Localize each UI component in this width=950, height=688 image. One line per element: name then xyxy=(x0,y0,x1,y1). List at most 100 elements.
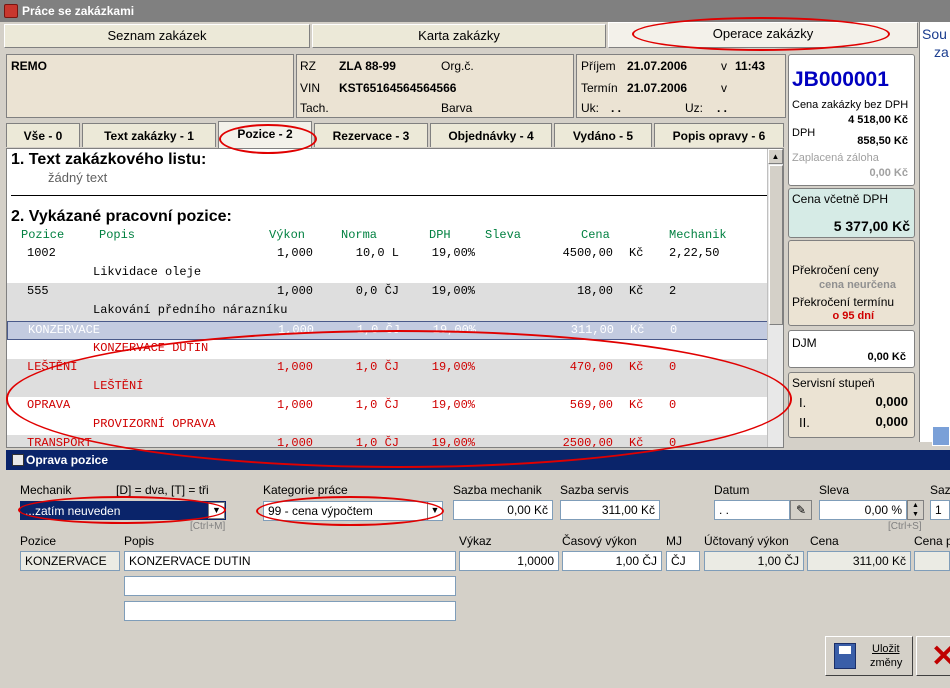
annotation-oval-mechanik xyxy=(18,496,226,524)
popis-value: KONZERVACE DUTIN xyxy=(129,554,251,568)
casovy-label: Časový výkon xyxy=(562,534,637,548)
uz-label: Uz: xyxy=(685,101,703,115)
mj-label: MJ xyxy=(666,534,682,548)
table-row[interactable]: 555 1,000 0,0 ČJ 19,00% 18,00 Kč 2 xyxy=(7,283,769,302)
tab-karta-zakazky[interactable]: Karta zakázky xyxy=(312,24,606,48)
vykaz-value: 1,0000 xyxy=(517,554,554,568)
datum-input[interactable]: . . xyxy=(714,500,790,520)
cena-input[interactable]: 311,00 Kč xyxy=(807,551,911,571)
mj-value: ČJ xyxy=(671,554,686,568)
side-label-2: za xyxy=(934,44,949,60)
servis-ii-value: 0,000 xyxy=(875,414,908,429)
popis-input[interactable]: KONZERVACE DUTIN xyxy=(124,551,456,571)
cell-popis: Lakování předního nárazníku xyxy=(93,303,288,317)
popis-input-3[interactable] xyxy=(124,601,456,621)
sazb-label: Sazb xyxy=(930,483,950,497)
annotation-oval-kategorie xyxy=(256,496,444,526)
sazba-serv-value: 311,00 Kč xyxy=(601,503,655,517)
servis-i-value: 0,000 xyxy=(875,394,908,409)
save-button[interactable]: Uložit změny xyxy=(825,636,913,676)
scroll-up-arrow-icon[interactable]: ▲ xyxy=(768,149,783,164)
dialog-title: Oprava pozice xyxy=(26,453,109,467)
termin-label: Termín xyxy=(581,81,618,95)
subtab-rezervace[interactable]: Rezervace - 3 xyxy=(314,123,428,147)
vc-dph-value: 5 377,00 Kč xyxy=(833,218,910,234)
tab-label: Karta zakázky xyxy=(418,28,500,43)
subtab-objednavky[interactable]: Objednávky - 4 xyxy=(430,123,552,147)
servis-label: Servisní stupeň xyxy=(792,376,875,390)
table-row-description[interactable]: Lakování předního nárazníku xyxy=(7,302,769,321)
close-button[interactable]: ✕ xyxy=(916,636,950,676)
prijem-value: 21.07.2006 xyxy=(627,59,688,73)
col-vykon: Výkon xyxy=(269,228,306,242)
cena-p-label: Cena p xyxy=(914,534,950,548)
positions-header: Pozice Popis Výkon Norma DPH Sleva Cena … xyxy=(7,227,769,245)
scroll-thumb[interactable] xyxy=(769,165,783,325)
subtab-popis-opravy[interactable]: Popis opravy - 6 xyxy=(654,123,784,147)
mechanik-shortcut: [Ctrl+M] xyxy=(190,521,226,532)
summary-panel: JB000001 Cena zakázky bez DPH 4 518,00 K… xyxy=(788,54,915,186)
sazb-input[interactable]: 1 xyxy=(930,500,950,520)
vc-dph-label: Cena včetně DPH xyxy=(792,192,889,206)
cell-mech: 2,22,50 xyxy=(669,246,720,260)
table-row-description[interactable]: Likvidace oleje xyxy=(7,264,769,283)
col-mechanik: Mechanik xyxy=(669,228,727,242)
subtab-vydano[interactable]: Vydáno - 5 xyxy=(554,123,652,147)
subtab-vse[interactable]: Vše - 0 xyxy=(6,123,80,147)
datum-label: Datum xyxy=(714,483,750,497)
vin-value: KST65164564564566 xyxy=(339,81,457,95)
pozice-input[interactable]: KONZERVACE xyxy=(20,551,120,571)
casovy-input[interactable]: 1,00 ČJ xyxy=(562,551,662,571)
cell-cena: 311,00 xyxy=(570,323,614,337)
sleva-value: 0,00 % xyxy=(864,503,902,517)
mj-input[interactable]: ČJ xyxy=(666,551,700,571)
subtab-text-zakazky[interactable]: Text zakázky - 1 xyxy=(82,123,216,147)
cena-value: 311,00 Kč xyxy=(852,554,906,568)
cell-cena: 4500,00 xyxy=(562,246,613,260)
side-panel xyxy=(919,22,950,442)
sazba-mech-label: Sazba mechanik xyxy=(453,483,542,497)
annotation-oval-pozice xyxy=(219,124,317,154)
col-dph: DPH xyxy=(429,228,451,242)
mechanik-hint: [D] = dva, [T] = tři xyxy=(116,483,209,497)
prekroceni-terminu-label: Překročení termínu xyxy=(792,295,895,309)
sleva-input[interactable]: 0,00 % xyxy=(819,500,907,520)
customer-panel: REMO xyxy=(6,54,294,118)
subtab-label: Objednávky - 4 xyxy=(448,129,534,143)
pozice-label: Pozice xyxy=(20,534,57,548)
tach-label: Tach. xyxy=(300,101,329,115)
subtab-label: Text zakázky - 1 xyxy=(104,129,194,143)
datum-value: . . xyxy=(719,503,730,517)
tab-seznam-zakazek[interactable]: Seznam zakázek xyxy=(4,24,310,48)
sazba-serv-input[interactable]: 311,00 Kč xyxy=(560,500,660,520)
table-row[interactable]: 1002 1,000 10,0 L 19,00% 4500,00 Kč 2,22,50 xyxy=(7,245,769,264)
sazba-mech-input[interactable]: 0,00 Kč xyxy=(453,500,553,520)
side-screen-icon[interactable] xyxy=(932,426,950,446)
pencil-icon[interactable]: ✎ xyxy=(790,500,812,520)
tab-label: Seznam zakázek xyxy=(107,28,207,43)
prekroceni-terminu-value: o 95 dní xyxy=(832,310,874,322)
djm-panel: DJM 0,00 Kč xyxy=(788,330,915,368)
section1-title: 1. Text zakázkového listu: xyxy=(11,151,207,168)
uctovany-input[interactable]: 1,00 ČJ xyxy=(704,551,804,571)
vykaz-label: Výkaz xyxy=(459,534,492,548)
sleva-spinner-icon[interactable]: ▲ ▼ xyxy=(907,500,924,520)
cell-dph: 19,00% xyxy=(431,246,475,260)
cell-kc: Kč xyxy=(629,284,644,298)
cena-p-input[interactable] xyxy=(914,551,950,571)
window-title: Práce se zakázkami xyxy=(22,4,135,18)
cell-pozice: 555 xyxy=(27,284,49,298)
vykaz-input[interactable]: 1,0000 xyxy=(459,551,559,571)
subtab-label: Vydáno - 5 xyxy=(572,129,634,143)
vin-label: VIN xyxy=(300,81,321,95)
cell-mech: 2 xyxy=(669,284,677,298)
sazb-value: 1 xyxy=(935,503,942,517)
order-id: JB000001 xyxy=(792,68,889,91)
uk-label: Uk: xyxy=(581,101,599,115)
uk-value: . . xyxy=(611,101,622,115)
popis-input-2[interactable] xyxy=(124,576,456,596)
djm-label: DJM xyxy=(792,336,817,350)
djm-value: 0,00 Kč xyxy=(867,351,906,363)
prijem-time: 11:43 xyxy=(735,59,766,73)
col-sleva: Sleva xyxy=(485,228,522,242)
